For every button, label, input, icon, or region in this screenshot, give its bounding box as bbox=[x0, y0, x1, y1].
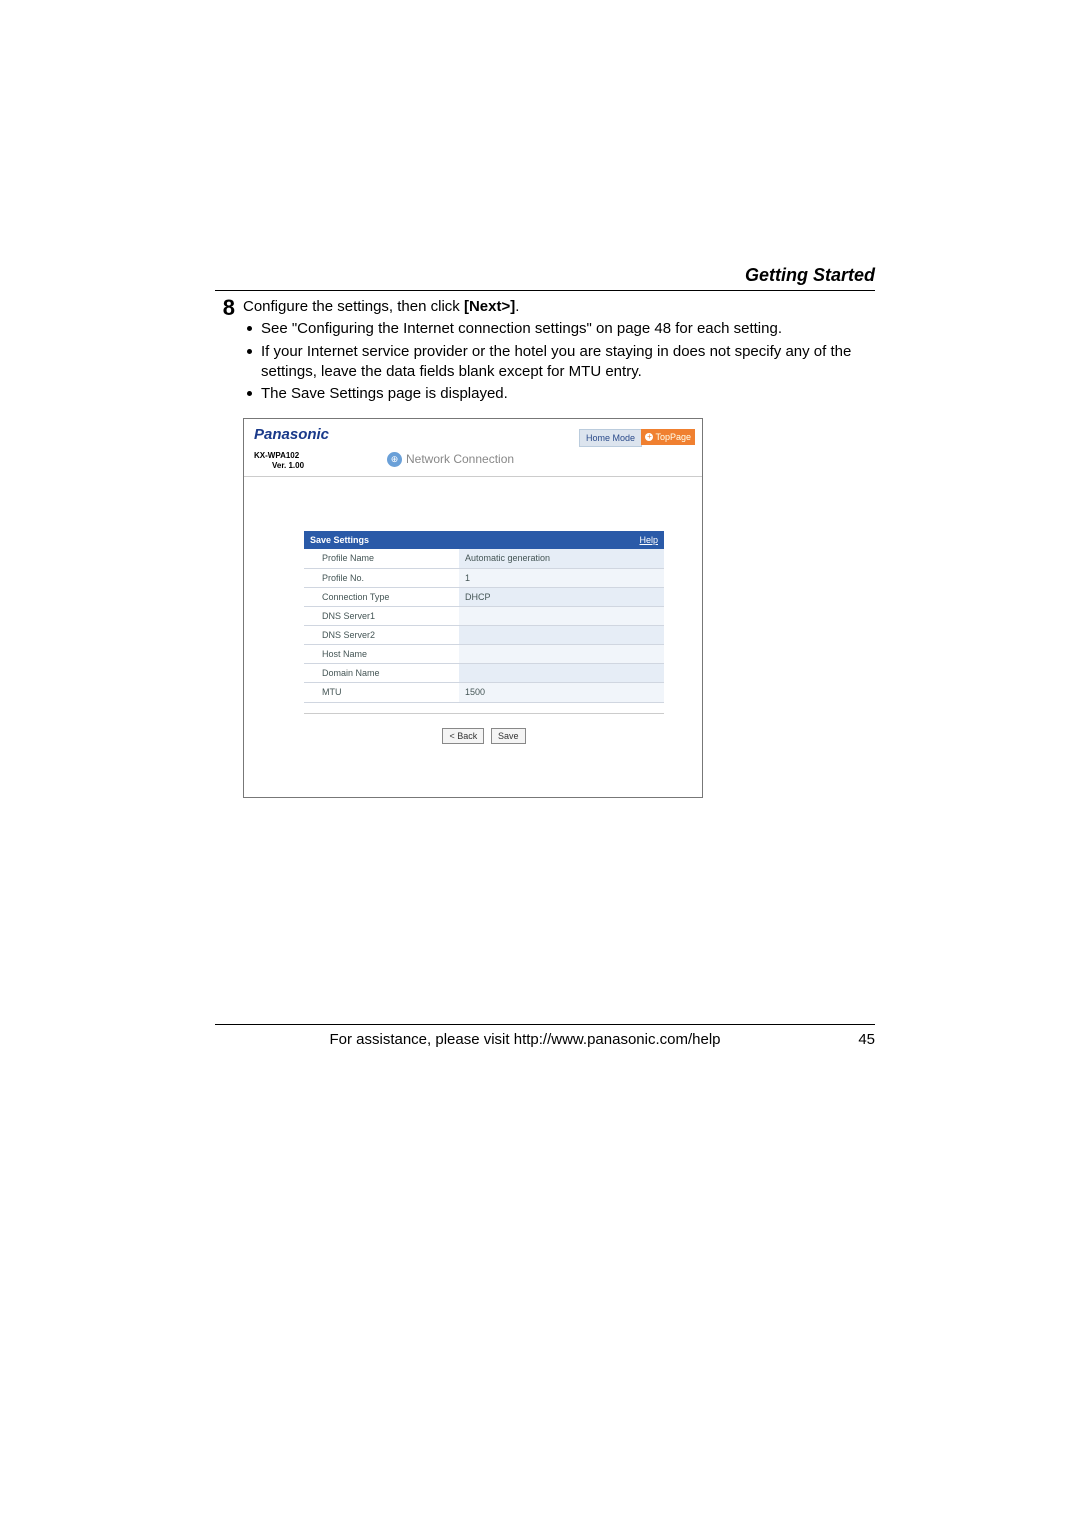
page-title: Network Connection bbox=[406, 451, 514, 467]
screenshot-header: Panasonic KX-WPA102 Ver. 1.00 ⊕ Network … bbox=[244, 419, 702, 477]
step-instruction: Configure the settings, then click [Next… bbox=[243, 297, 875, 317]
row-label: Profile Name bbox=[304, 549, 459, 567]
row-value: 1 bbox=[459, 569, 664, 587]
plus-icon: + bbox=[645, 433, 653, 441]
table-row: Profile Name Automatic generation bbox=[304, 549, 664, 568]
bullet-item: If your Internet service provider or the… bbox=[247, 342, 875, 383]
bullet-item: See "Configuring the Internet connection… bbox=[247, 319, 875, 339]
brand-logo: Panasonic bbox=[254, 425, 329, 445]
table-row: DNS Server2 bbox=[304, 626, 664, 645]
top-page-label: TopPage bbox=[655, 431, 691, 443]
section-title: Getting Started bbox=[215, 265, 875, 291]
table-row: Host Name bbox=[304, 645, 664, 664]
footer-assist-text: For assistance, please visit http://www.… bbox=[215, 1031, 835, 1048]
globe-icon: ⊕ bbox=[387, 452, 402, 467]
table-header: Save Settings Help bbox=[304, 531, 664, 549]
table-row: MTU 1500 bbox=[304, 683, 664, 702]
row-value bbox=[459, 626, 664, 644]
row-value bbox=[459, 664, 664, 682]
row-label: Connection Type bbox=[304, 588, 459, 606]
bullet-item: The Save Settings page is displayed. bbox=[247, 384, 875, 404]
mode-badge[interactable]: Home Mode bbox=[579, 429, 642, 447]
row-label: DNS Server1 bbox=[304, 607, 459, 625]
table-title: Save Settings bbox=[310, 534, 369, 546]
step-text-post: . bbox=[515, 298, 519, 315]
row-label: Domain Name bbox=[304, 664, 459, 682]
step-body: Configure the settings, then click [Next… bbox=[243, 297, 875, 798]
step-text-bold: [Next>] bbox=[464, 298, 515, 315]
row-value: Automatic generation bbox=[459, 549, 664, 567]
step-number: 8 bbox=[215, 297, 235, 319]
button-row: < Back Save bbox=[304, 728, 664, 744]
row-value bbox=[459, 645, 664, 663]
row-value bbox=[459, 607, 664, 625]
row-label: Host Name bbox=[304, 645, 459, 663]
table-row: Domain Name bbox=[304, 664, 664, 683]
step-bullets: See "Configuring the Internet connection… bbox=[243, 319, 875, 404]
row-label: MTU bbox=[304, 683, 459, 701]
page-number: 45 bbox=[835, 1031, 875, 1048]
page-title-area: ⊕ Network Connection bbox=[387, 451, 514, 467]
row-label: DNS Server2 bbox=[304, 626, 459, 644]
embedded-screenshot: Panasonic KX-WPA102 Ver. 1.00 ⊕ Network … bbox=[243, 418, 703, 798]
top-page-button[interactable]: + TopPage bbox=[641, 429, 695, 445]
version-label: Ver. 1.00 bbox=[272, 461, 304, 472]
save-button[interactable]: Save bbox=[491, 728, 526, 744]
table-row: DNS Server1 bbox=[304, 607, 664, 626]
step-8: 8 Configure the settings, then click [Ne… bbox=[215, 297, 875, 798]
row-label: Profile No. bbox=[304, 569, 459, 587]
page-footer: For assistance, please visit http://www.… bbox=[215, 1024, 875, 1048]
help-link[interactable]: Help bbox=[639, 534, 658, 546]
back-button[interactable]: < Back bbox=[442, 728, 484, 744]
step-text-pre: Configure the settings, then click bbox=[243, 298, 464, 315]
settings-table: Save Settings Help Profile Name Automati… bbox=[304, 531, 664, 743]
row-value: 1500 bbox=[459, 683, 664, 701]
table-row: Profile No. 1 bbox=[304, 569, 664, 588]
table-row: Connection Type DHCP bbox=[304, 588, 664, 607]
row-value: DHCP bbox=[459, 588, 664, 606]
